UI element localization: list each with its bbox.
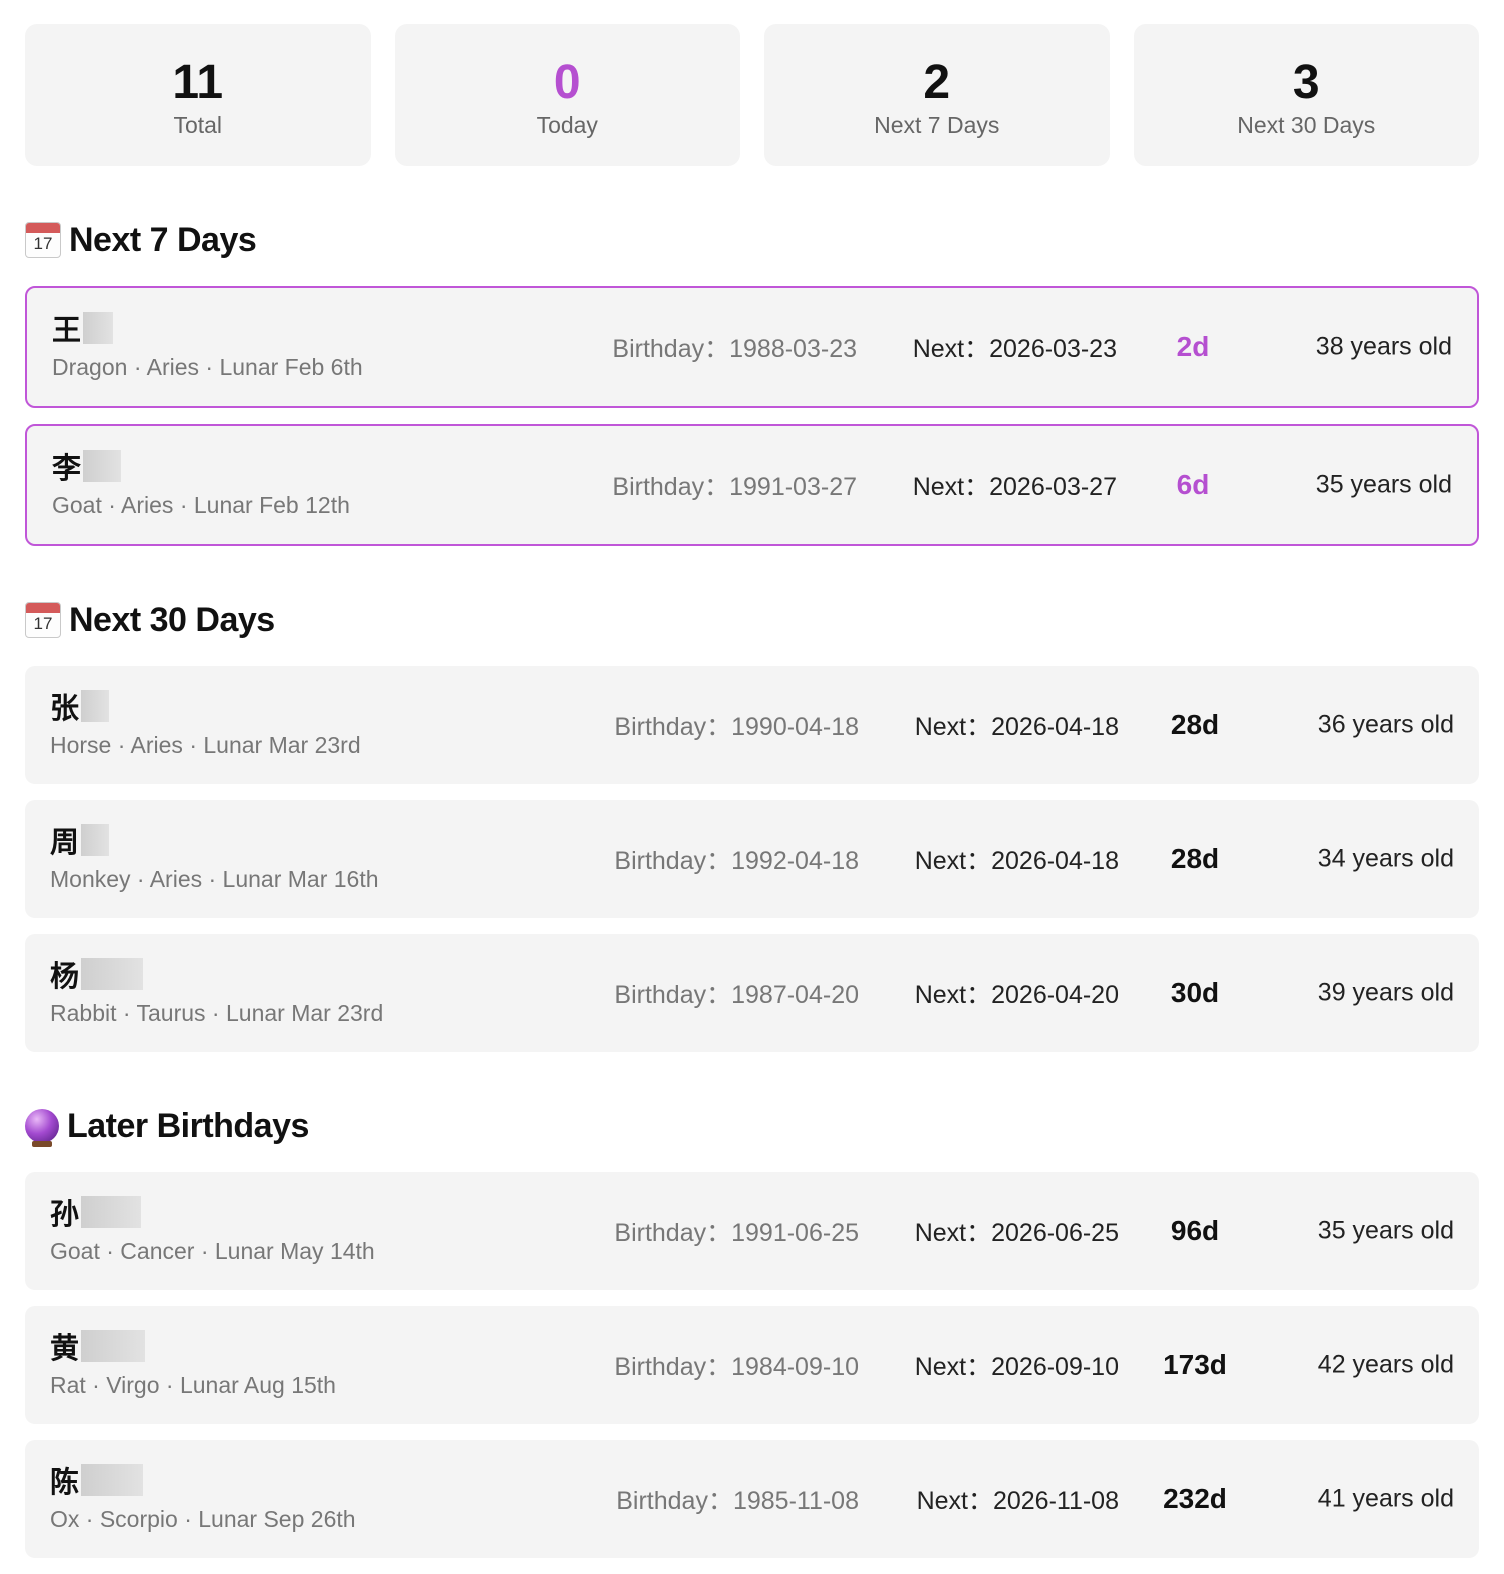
next-birthday-date: Next：2026-03-23 (912, 335, 1117, 363)
next-birthday-date: Next：2026-11-08 (916, 1487, 1119, 1515)
person-meta: Dragon · Aries · Lunar Feb 6th (52, 354, 363, 380)
stats-bar: 11 Total 0 Today 2 Next 7 Days 3 Next 30… (25, 24, 1479, 166)
person-info: 周 Monkey · Aries · Lunar Mar 16th (50, 818, 379, 893)
birthday-list-next-7-days: 王 Dragon · Aries · Lunar Feb 6th Birthda… (25, 286, 1479, 546)
birthday-date: Birthday：1985-11-08 (616, 1487, 859, 1515)
section-heading-later-birthdays: Later Birthdays (25, 1106, 1479, 1147)
age: 41 years old (1317, 1484, 1454, 1513)
days-until: 96d (1170, 1215, 1220, 1246)
stat-today: 0 Today (394, 24, 740, 166)
person-info: 黄 Rat · Virgo · Lunar Aug 15th (50, 1324, 336, 1399)
list-item[interactable]: 孙 Goat · Cancer · Lunar May 14th Birthda… (25, 1172, 1479, 1290)
list-item[interactable]: 张 Horse · Aries · Lunar Mar 23rd Birthda… (25, 666, 1479, 784)
days-until: 232d (1163, 1483, 1227, 1514)
person-info: 王 Dragon · Aries · Lunar Feb 6th (52, 306, 363, 381)
list-item[interactable]: 王 Dragon · Aries · Lunar Feb 6th Birthda… (25, 286, 1479, 408)
birthday-date: Birthday：1988-03-23 (612, 335, 857, 363)
age: 38 years old (1315, 332, 1452, 361)
person-meta: Rat · Virgo · Lunar Aug 15th (50, 1372, 336, 1398)
list-item[interactable]: 周 Monkey · Aries · Lunar Mar 16th Birthd… (25, 800, 1479, 918)
next-birthday-date: Next：2026-03-27 (912, 473, 1117, 501)
person-info: 孙 Goat · Cancer · Lunar May 14th (50, 1190, 375, 1265)
person-info: 李 Goat · Aries · Lunar Feb 12th (52, 444, 350, 519)
redacted-name (83, 312, 114, 344)
person-meta: Monkey · Aries · Lunar Mar 16th (50, 866, 379, 892)
stat-value: 11 (172, 56, 224, 109)
section-title: Later Birthdays (67, 1106, 309, 1145)
redacted-name (81, 958, 144, 990)
person-meta: Goat · Aries · Lunar Feb 12th (52, 492, 350, 518)
stat-value: 0 (553, 56, 581, 109)
redacted-name (81, 1330, 146, 1362)
days-until: 28d (1170, 843, 1220, 874)
days-until: 28d (1170, 709, 1220, 740)
birthday-dashboard: 11 Total 0 Today 2 Next 7 Days 3 Next 30… (25, 24, 1479, 1574)
person-name: 黄 (50, 1331, 80, 1365)
days-until: 2d (1176, 331, 1210, 362)
stat-label: Today (536, 112, 598, 138)
age: 34 years old (1317, 844, 1454, 873)
next-birthday-date: Next：2026-04-18 (914, 713, 1119, 741)
list-item[interactable]: 黄 Rat · Virgo · Lunar Aug 15th Birthday：… (25, 1306, 1479, 1424)
person-name: 王 (52, 313, 82, 347)
list-item[interactable]: 杨 Rabbit · Taurus · Lunar Mar 23rd Birth… (25, 934, 1479, 1052)
section-heading-next-7-days: 17 Next 7 Days (25, 220, 1479, 260)
birthday-date: Birthday：1990-04-18 (614, 713, 859, 741)
person-meta: Ox · Scorpio · Lunar Sep 26th (50, 1506, 356, 1532)
stat-label: Next 7 Days (874, 112, 1000, 138)
list-item[interactable]: 李 Goat · Aries · Lunar Feb 12th Birthday… (25, 424, 1479, 546)
person-meta: Rabbit · Taurus · Lunar Mar 23rd (50, 1000, 384, 1026)
age: 42 years old (1317, 1350, 1454, 1379)
crystal-ball-icon (25, 1109, 59, 1147)
person-info: 杨 Rabbit · Taurus · Lunar Mar 23rd (50, 952, 383, 1027)
age: 35 years old (1317, 1216, 1454, 1245)
section-title: Next 30 Days (69, 600, 275, 639)
section-heading-next-30-days: 17 Next 30 Days (25, 600, 1479, 640)
person-info: 陈 Ox · Scorpio · Lunar Sep 26th (50, 1458, 356, 1533)
birthday-list-next-30-days: 张 Horse · Aries · Lunar Mar 23rd Birthda… (25, 666, 1479, 1052)
list-item[interactable]: 陈 Ox · Scorpio · Lunar Sep 26th Birthday… (25, 1440, 1479, 1558)
days-until: 173d (1163, 1349, 1227, 1380)
stat-label: Next 30 Days (1237, 112, 1376, 138)
person-meta: Goat · Cancer · Lunar May 14th (50, 1238, 375, 1264)
stat-value: 3 (1292, 56, 1320, 109)
next-birthday-date: Next：2026-09-10 (914, 1353, 1119, 1381)
calendar-icon: 17 (25, 222, 61, 258)
person-name: 孙 (50, 1197, 80, 1231)
birthday-list-later: 孙 Goat · Cancer · Lunar May 14th Birthda… (25, 1172, 1479, 1558)
days-until: 30d (1170, 977, 1220, 1008)
birthday-date: Birthday：1991-03-27 (612, 473, 857, 501)
calendar-icon: 17 (25, 602, 61, 638)
age: 39 years old (1317, 978, 1454, 1007)
person-info: 张 Horse · Aries · Lunar Mar 23rd (50, 684, 361, 759)
stat-next-30-days: 3 Next 30 Days (1133, 24, 1479, 166)
next-birthday-date: Next：2026-04-18 (914, 847, 1119, 875)
birthday-date: Birthday：1987-04-20 (614, 981, 859, 1009)
birthday-date: Birthday：1991-06-25 (614, 1219, 859, 1247)
stat-next-7-days: 2 Next 7 Days (764, 24, 1110, 166)
next-birthday-date: Next：2026-06-25 (914, 1219, 1119, 1247)
person-name: 张 (50, 691, 80, 725)
person-name: 李 (52, 451, 82, 485)
age: 36 years old (1317, 710, 1454, 739)
age: 35 years old (1315, 470, 1452, 499)
person-name: 周 (50, 825, 80, 859)
stat-value: 2 (923, 56, 951, 109)
birthday-date: Birthday：1984-09-10 (614, 1353, 859, 1381)
birthday-date: Birthday：1992-04-18 (614, 847, 859, 875)
redacted-name (81, 1464, 144, 1496)
redacted-name (81, 690, 110, 722)
stat-label: Total (173, 112, 223, 138)
section-title: Next 7 Days (69, 220, 257, 259)
next-birthday-date: Next：2026-04-20 (914, 981, 1119, 1009)
redacted-name (81, 824, 110, 856)
redacted-name (83, 450, 122, 482)
stat-total: 11 Total (25, 24, 371, 166)
person-name: 陈 (50, 1465, 80, 1499)
days-until: 6d (1176, 469, 1210, 500)
person-name: 杨 (50, 959, 80, 993)
redacted-name (81, 1196, 142, 1228)
person-meta: Horse · Aries · Lunar Mar 23rd (50, 732, 361, 758)
